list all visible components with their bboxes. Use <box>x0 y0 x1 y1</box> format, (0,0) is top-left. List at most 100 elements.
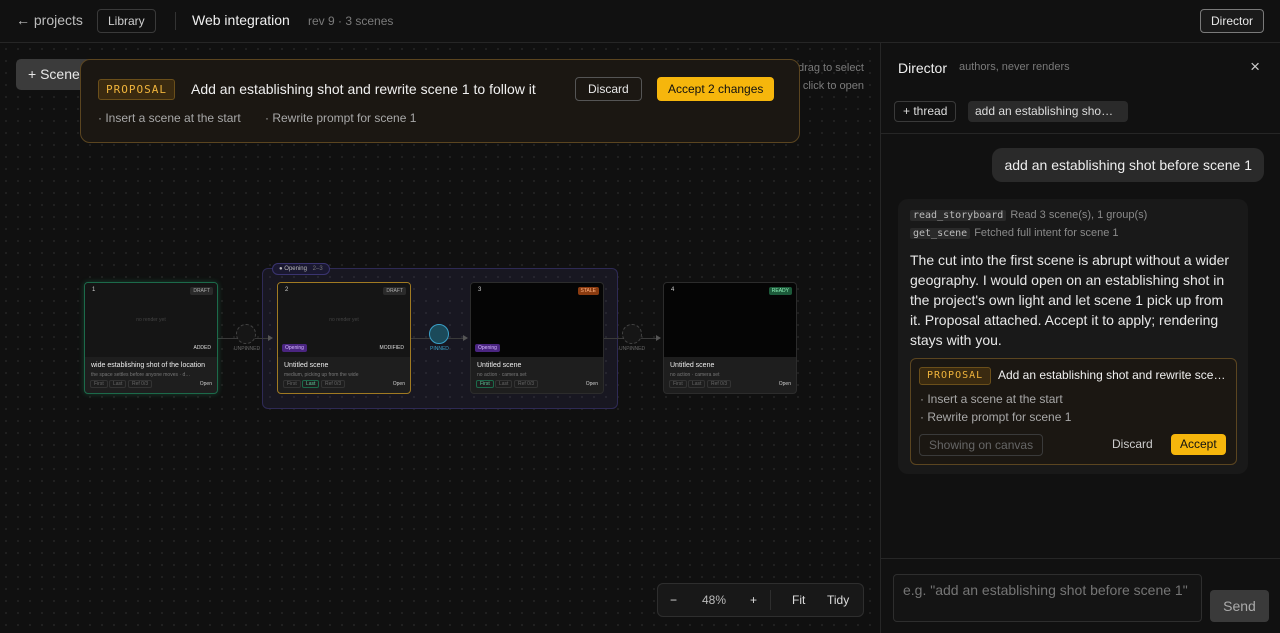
composer: Send <box>881 558 1280 633</box>
group-range: 2–3 <box>312 266 323 272</box>
canvas-hint-open: click to open <box>802 80 864 92</box>
scene-number: 1 <box>92 287 96 293</box>
status-badge: DRAFT <box>190 287 213 295</box>
scene-number: 4 <box>671 287 675 293</box>
proposal-title: Add an establishing shot and rewrite sce… <box>191 81 536 97</box>
user-message: add an establishing shot before scene 1 <box>992 148 1264 182</box>
tool-call-line: read_storyboard Read 3 scene(s), 1 group(… <box>910 209 1147 221</box>
scene-number: 2 <box>285 287 289 293</box>
change-badge: MODIFIED <box>379 345 404 351</box>
refs-pill[interactable]: Ref 0/3 <box>321 380 346 388</box>
tool-name: get_scene <box>910 228 971 239</box>
link-toggle-node[interactable] <box>236 324 256 344</box>
group-label-chip[interactable]: ● Opening 2–3 <box>272 263 330 275</box>
tool-name: read_storyboard <box>910 210 1007 221</box>
panel-subtitle: authors, never renders <box>959 61 1070 73</box>
arrowhead-icon <box>656 335 661 341</box>
group-dot-icon: ● <box>279 266 283 272</box>
open-scene-link[interactable]: Open <box>779 381 791 387</box>
zoom-in-button[interactable]: + <box>750 593 757 607</box>
send-button[interactable]: Send <box>1210 590 1269 622</box>
scene-subtitle: no action · camera set <box>477 372 527 378</box>
close-icon[interactable]: × <box>1250 57 1260 77</box>
first-frame-pill[interactable]: First <box>90 380 108 388</box>
assistant-message: read_storyboard Read 3 scene(s), 1 group(… <box>898 199 1248 474</box>
arrowhead-icon <box>463 335 468 341</box>
canvas-hint-select: drag to select <box>797 62 864 74</box>
storyboard-canvas[interactable]: + Scene drag to select click to open PRO… <box>0 43 880 633</box>
group-badge: Opening <box>282 344 307 352</box>
project-title: Web integration <box>192 12 290 28</box>
scene-title: Untitled scene <box>284 362 329 369</box>
proposal-banner: PROPOSAL Add an establishing shot and re… <box>80 59 800 143</box>
scene-card-1[interactable]: 1 DRAFT no render yet ADDED wide establi… <box>84 282 218 394</box>
refs-pill[interactable]: Ref 0/3 <box>514 380 539 388</box>
scene-card-4[interactable]: 4 READY Untitled scene no action · camer… <box>663 282 797 394</box>
refs-pill[interactable]: Ref 0/3 <box>128 380 153 388</box>
change-badge: ADDED <box>193 345 211 351</box>
director-toggle-button[interactable]: Director <box>1199 9 1264 33</box>
proposal-tag: PROPOSAL <box>98 79 175 100</box>
thread-tabs: + thread add an establishing sho… <box>881 90 1280 134</box>
scene-subtitle: the space settles before anyone moves · … <box>91 372 191 378</box>
link-toggle-node[interactable] <box>622 324 642 344</box>
proposal-title: Add an establishing shot and rewrite sce… <box>998 368 1226 382</box>
no-render-placeholder: no render yet <box>329 317 359 323</box>
arrow-left-icon: ← <box>16 12 30 28</box>
tool-result: Read 3 scene(s), 1 group(s) <box>1010 209 1148 221</box>
open-scene-link[interactable]: Open <box>586 381 598 387</box>
back-label: projects <box>33 12 83 28</box>
last-frame-pill[interactable]: Last <box>302 380 320 388</box>
project-meta: rev 9 · 3 scenes <box>308 14 394 28</box>
fit-button[interactable]: Fit <box>792 593 805 607</box>
group-name: Opening <box>284 266 307 272</box>
proposal-change-item: · Rewrite prompt for scene 1 <box>265 111 417 125</box>
tidy-button[interactable]: Tidy <box>827 593 849 607</box>
thread-tab-active[interactable]: add an establishing sho… <box>968 101 1128 122</box>
zoom-toolbar: − 48% + Fit Tidy <box>657 583 864 617</box>
first-frame-pill[interactable]: First <box>283 380 301 388</box>
no-render-placeholder: no render yet <box>136 317 166 323</box>
assistant-text: The cut into the first scene is abrupt w… <box>910 252 1230 348</box>
discard-proposal-button[interactable]: Discard <box>1112 437 1153 451</box>
status-badge: DRAFT <box>383 287 406 295</box>
message-input[interactable] <box>893 574 1202 622</box>
showing-on-canvas-button[interactable]: Showing on canvas <box>919 434 1044 456</box>
top-bar: ← projects Library Web integration rev 9… <box>0 0 1280 43</box>
tool-result: Fetched full intent for scene 1 <box>974 227 1119 239</box>
last-frame-pill[interactable]: Last <box>495 380 513 388</box>
proposal-tag: PROPOSAL <box>919 367 992 385</box>
link-status-label: UNPINNED <box>234 346 261 352</box>
zoom-out-button[interactable]: − <box>670 593 677 607</box>
refs-pill[interactable]: Ref 0/3 <box>707 380 732 388</box>
discard-proposal-button[interactable]: Discard <box>575 77 642 101</box>
proposal-change-item: · Insert a scene at the start <box>920 392 1063 406</box>
scene-subtitle: no action · camera set <box>670 372 720 378</box>
scene-card-3[interactable]: 3 STALE Opening Untitled scene no action… <box>470 282 604 394</box>
topbar-divider <box>175 12 176 30</box>
scene-card-2[interactable]: 2 DRAFT no render yet Opening MODIFIED U… <box>277 282 411 394</box>
last-frame-pill[interactable]: Last <box>109 380 127 388</box>
first-frame-pill[interactable]: First <box>669 380 687 388</box>
group-badge: Opening <box>475 344 500 352</box>
accept-changes-button[interactable]: Accept 2 changes <box>657 77 775 101</box>
open-scene-link[interactable]: Open <box>200 381 212 387</box>
open-scene-link[interactable]: Open <box>393 381 405 387</box>
zoom-level: 48% <box>702 593 727 607</box>
toolbar-divider <box>770 590 771 610</box>
library-button[interactable]: Library <box>97 9 156 33</box>
scene-title: Untitled scene <box>670 362 715 369</box>
accept-proposal-button[interactable]: Accept <box>1171 434 1226 455</box>
link-status-label: UNPINNED <box>619 346 646 352</box>
tool-call-line: get_scene Fetched full intent for scene 1 <box>910 227 1119 239</box>
back-to-projects-link[interactable]: ← projects <box>16 12 83 28</box>
link-toggle-node[interactable] <box>429 324 449 344</box>
link-status-label: PINNED <box>430 346 449 352</box>
new-thread-button[interactable]: + thread <box>894 101 957 122</box>
arrowhead-icon <box>268 335 273 341</box>
status-badge: STALE <box>577 287 599 295</box>
first-frame-pill[interactable]: First <box>476 380 494 388</box>
scene-title: Untitled scene <box>477 362 522 369</box>
last-frame-pill[interactable]: Last <box>688 380 706 388</box>
scene-title: wide establishing shot of the location <box>91 362 206 369</box>
